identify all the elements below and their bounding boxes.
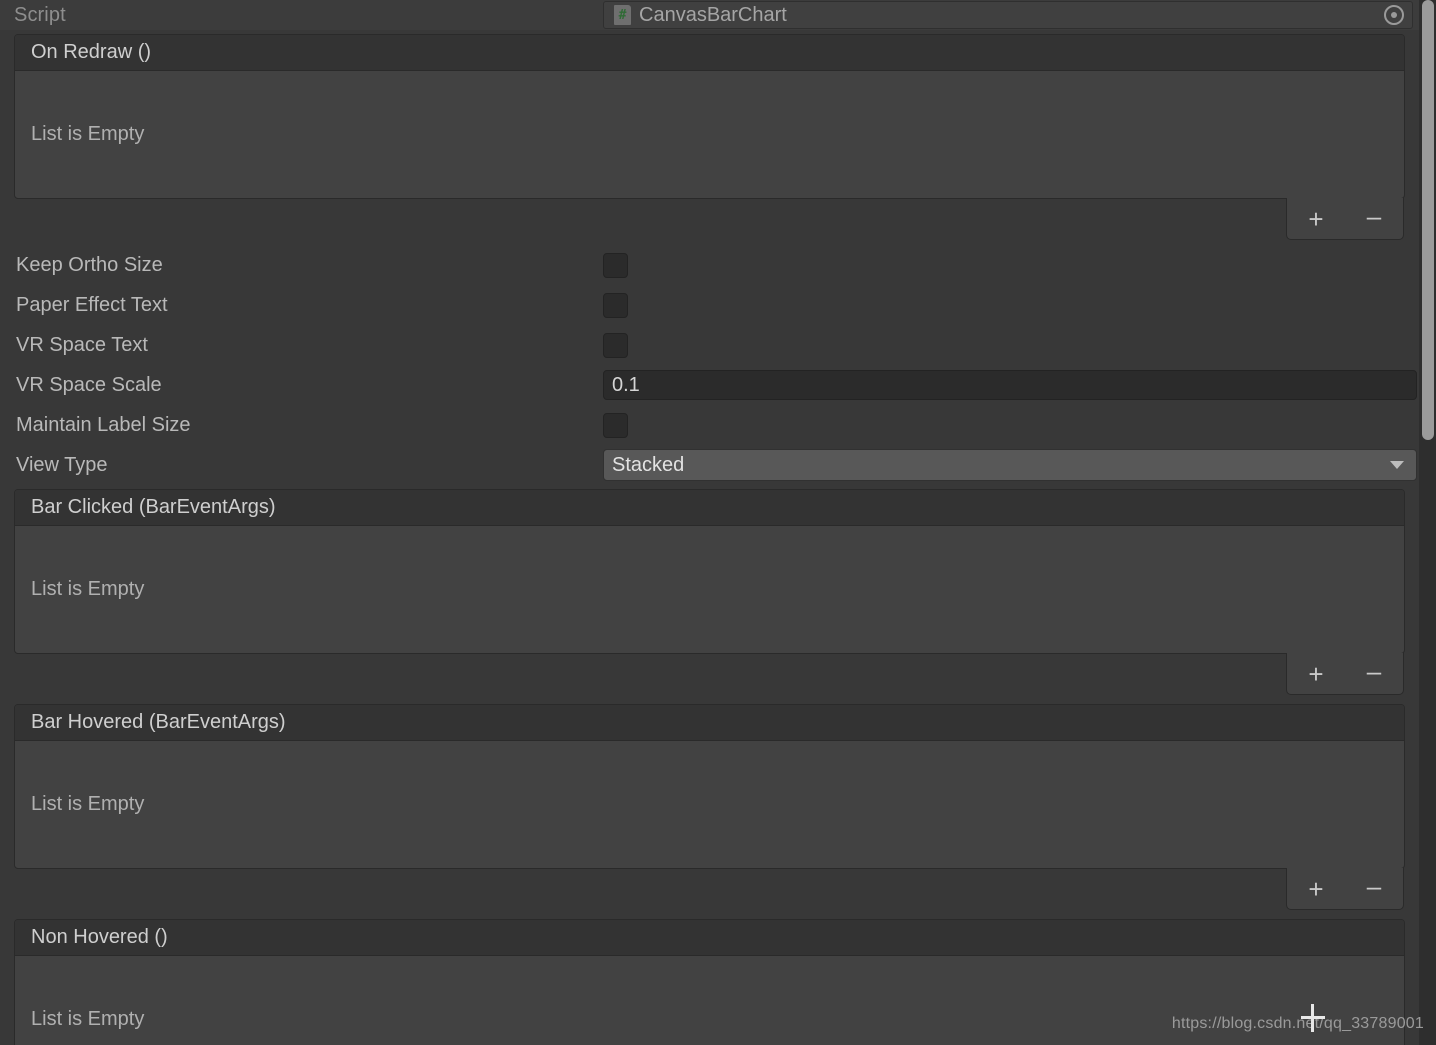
view-type-value: Stacked: [612, 453, 685, 476]
vr-space-scale-input[interactable]: 0.1: [603, 370, 1417, 400]
property-label: Keep Ortho Size: [16, 253, 163, 276]
event-footer: + –: [1286, 198, 1404, 240]
event-empty-label: List is Empty: [31, 123, 145, 145]
property-row-vr-space-scale: VR Space Scale 0.1: [0, 365, 1419, 405]
event-empty-label: List is Empty: [31, 578, 145, 600]
event-title: Non Hovered (): [31, 926, 168, 948]
event-box: On Redraw () List is Empty: [14, 34, 1405, 199]
property-row-maintain-label-size: Maintain Label Size: [0, 405, 1419, 445]
inspector-scroll-viewport: Script CanvasBarChart On Redraw () List …: [0, 0, 1419, 1045]
remove-listener-button[interactable]: –: [1357, 873, 1391, 899]
script-label: Script: [14, 3, 66, 26]
paper-effect-text-checkbox[interactable]: [603, 292, 628, 318]
event-footer: + –: [1286, 653, 1404, 695]
vr-space-text-checkbox[interactable]: [603, 332, 628, 358]
script-object-field[interactable]: CanvasBarChart: [603, 1, 1413, 29]
chevron-down-icon: [1390, 461, 1404, 469]
cs-script-icon: [614, 5, 631, 25]
event-body: List is Empty: [15, 526, 1404, 653]
event-title: On Redraw (): [31, 41, 152, 63]
add-listener-button[interactable]: +: [1299, 661, 1333, 687]
event-body: List is Empty: [15, 741, 1404, 868]
property-row-keep-ortho-size: Keep Ortho Size: [0, 245, 1419, 285]
event-empty-label: List is Empty: [31, 1008, 145, 1030]
property-label: VR Space Scale: [16, 373, 162, 396]
object-picker-icon[interactable]: [1384, 5, 1404, 25]
unity-inspector-panel: Script CanvasBarChart On Redraw () List …: [0, 0, 1436, 1045]
event-box: Bar Hovered (BarEventArgs) List is Empty: [14, 704, 1405, 869]
event-block-bar-hovered: Bar Hovered (BarEventArgs) List is Empty…: [14, 704, 1405, 910]
script-property-row: Script CanvasBarChart: [0, 0, 1419, 30]
add-listener-button[interactable]: +: [1299, 206, 1333, 232]
event-block-bar-clicked: Bar Clicked (BarEventArgs) List is Empty…: [14, 489, 1405, 695]
event-title: Bar Clicked (BarEventArgs): [31, 496, 276, 518]
event-footer: + –: [1286, 868, 1404, 910]
view-type-dropdown[interactable]: Stacked: [603, 449, 1417, 481]
event-body: List is Empty: [15, 71, 1404, 198]
event-header[interactable]: Non Hovered (): [15, 920, 1404, 956]
property-label: Maintain Label Size: [16, 413, 191, 436]
property-label: View Type: [16, 453, 108, 476]
property-list: Keep Ortho Size Paper Effect Text VR Spa…: [0, 245, 1419, 485]
property-label: VR Space Text: [16, 333, 148, 356]
property-row-vr-space-text: VR Space Text: [0, 325, 1419, 365]
event-box: Bar Clicked (BarEventArgs) List is Empty: [14, 489, 1405, 654]
mouse-cursor: [1301, 1004, 1325, 1032]
property-row-paper-effect-text: Paper Effect Text: [0, 285, 1419, 325]
event-block-on-redraw: On Redraw () List is Empty + –: [14, 34, 1405, 240]
maintain-label-size-checkbox[interactable]: [603, 412, 628, 438]
event-header[interactable]: On Redraw (): [15, 35, 1404, 71]
add-listener-button[interactable]: +: [1299, 876, 1333, 902]
event-header[interactable]: Bar Clicked (BarEventArgs): [15, 490, 1404, 526]
scrollbar-thumb[interactable]: [1422, 0, 1434, 440]
watermark-url: https://blog.csdn.net/qq_33789001: [1171, 1015, 1424, 1032]
event-title: Bar Hovered (BarEventArgs): [31, 711, 286, 733]
event-header[interactable]: Bar Hovered (BarEventArgs): [15, 705, 1404, 741]
property-row-view-type: View Type Stacked: [0, 445, 1419, 485]
event-empty-label: List is Empty: [31, 793, 145, 815]
vertical-scrollbar[interactable]: [1419, 0, 1436, 1045]
remove-listener-button[interactable]: –: [1357, 203, 1391, 229]
remove-listener-button[interactable]: –: [1357, 658, 1391, 684]
property-label: Paper Effect Text: [16, 293, 168, 316]
script-object-name: CanvasBarChart: [639, 3, 787, 26]
keep-ortho-size-checkbox[interactable]: [603, 252, 628, 278]
